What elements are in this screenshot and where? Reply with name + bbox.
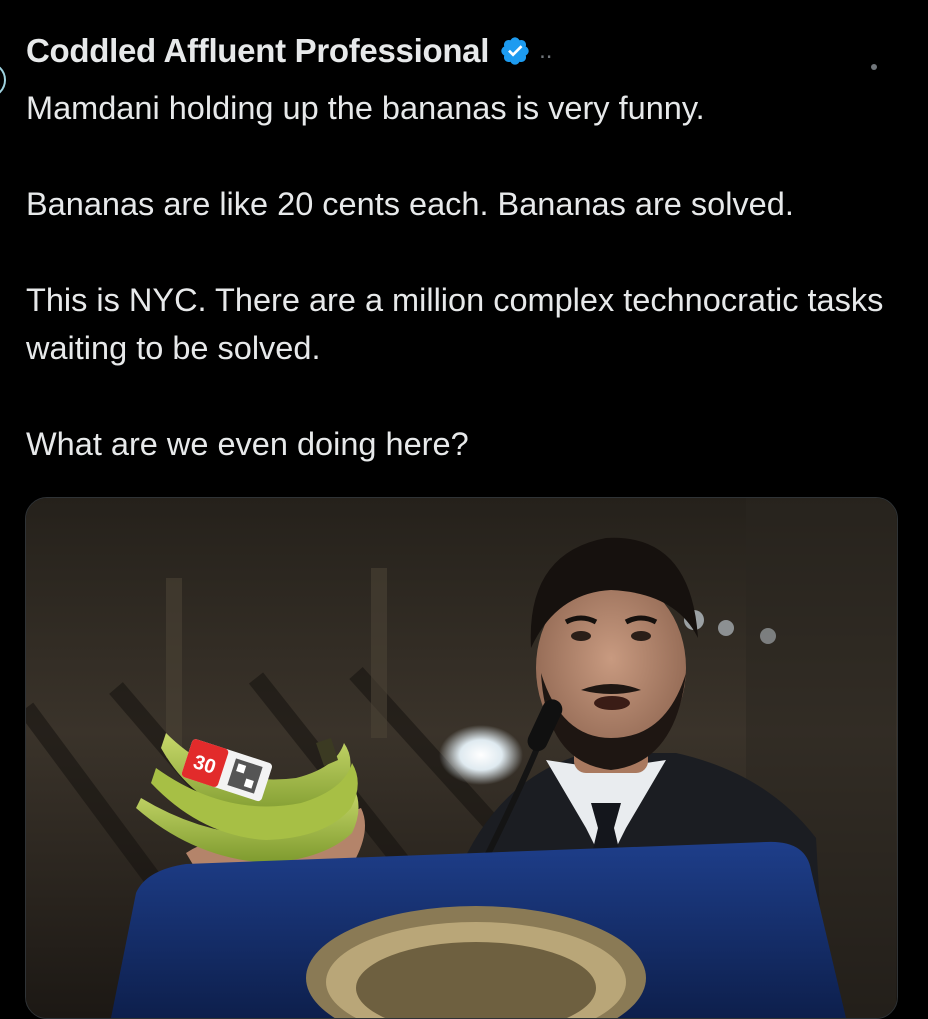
more-options-icon[interactable]	[871, 64, 877, 70]
tweet-body: Mamdani holding up the bananas is very f…	[26, 84, 906, 468]
tweet-paragraph-2: Bananas are like 20 cents each. Bananas …	[26, 186, 794, 222]
handle[interactable]: ..	[539, 37, 552, 65]
author-name[interactable]: Coddled Affluent Professional	[26, 32, 489, 70]
verified-badge-icon	[499, 35, 531, 67]
avatar[interactable]	[0, 62, 6, 98]
redaction-overlay	[630, 28, 890, 68]
tweet-media-photo[interactable]: 30	[25, 497, 898, 1019]
tweet-paragraph-1: Mamdani holding up the bananas is very f…	[26, 90, 705, 126]
photo-man-holding-bananas-icon: 30	[26, 498, 897, 1018]
tweet-paragraph-4: What are we even doing here?	[26, 426, 469, 462]
tweet-header: Coddled Affluent Professional ..	[26, 30, 552, 72]
tweet-paragraph-3: This is NYC. There are a million complex…	[26, 282, 884, 366]
